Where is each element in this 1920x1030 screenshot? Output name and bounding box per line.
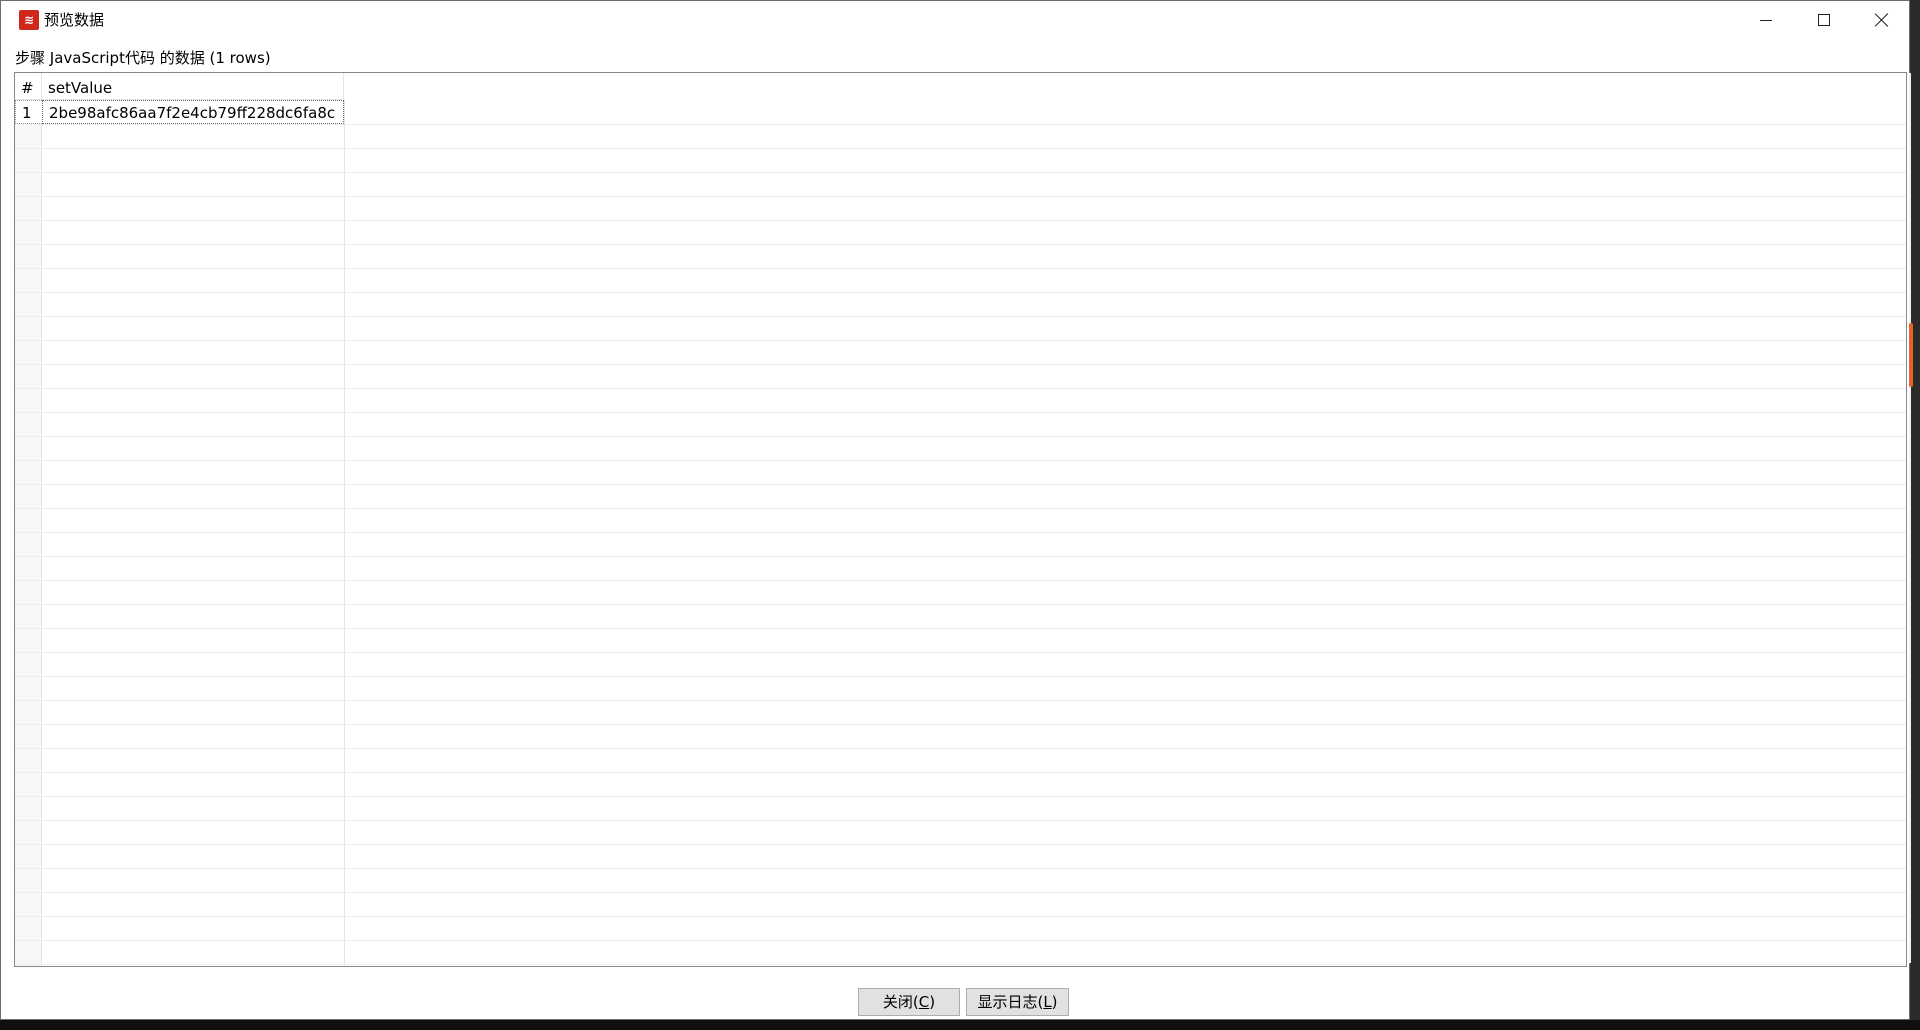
grid-row-separator: [15, 652, 1906, 653]
grid-row-separator: [15, 244, 1906, 245]
grid-row-separator: [15, 316, 1906, 317]
grid-row-separator: [15, 460, 1906, 461]
close-window-button[interactable]: [1853, 1, 1911, 39]
data-grid[interactable]: ^ # setValue 1 2be98afc86aa7f2e4cb79ff22…: [14, 72, 1907, 967]
grid-row-separator: [15, 556, 1906, 557]
title-bar[interactable]: ≋ 预览数据: [1, 1, 1909, 39]
close-icon: [1875, 13, 1889, 27]
grid-row-separator: [15, 364, 1906, 365]
grid-row-separator: [15, 268, 1906, 269]
app-logo-icon: ≋: [19, 10, 39, 30]
minimize-icon: [1760, 19, 1772, 21]
grid-row-separator: [15, 412, 1906, 413]
grid-row-separator: [15, 724, 1906, 725]
grid-row-separator: [15, 388, 1906, 389]
grid-row-separator: [15, 892, 1906, 893]
window-title: 预览数据: [44, 11, 105, 29]
grid-row-separator: [15, 964, 1906, 965]
grid-row-separator: [15, 844, 1906, 845]
vertical-scroll-track[interactable]: [1909, 73, 1911, 963]
grid-row-separator: [15, 940, 1906, 941]
close-button[interactable]: 关闭(C): [858, 988, 960, 1016]
sort-arrow-icon: ^: [23, 73, 31, 78]
grid-body[interactable]: 1 2be98afc86aa7f2e4cb79ff228dc6fa8c: [15, 100, 1906, 966]
setvalue-cell[interactable]: 2be98afc86aa7f2e4cb79ff228dc6fa8c: [42, 100, 344, 124]
grid-row-separator: [15, 196, 1906, 197]
grid-row-separator: [15, 772, 1906, 773]
grid-row-separator: [15, 172, 1906, 173]
row-number-cell[interactable]: 1: [15, 100, 42, 124]
desktop-background-bottom: [0, 1020, 1920, 1030]
grid-header: ^ # setValue: [15, 73, 1906, 100]
grid-row-separator: [15, 820, 1906, 821]
minimize-button[interactable]: [1737, 1, 1795, 39]
grid-row-separator: [15, 220, 1906, 221]
grid-row-separator: [15, 604, 1906, 605]
column-divider: [344, 100, 345, 966]
column-header-setvalue[interactable]: setValue: [42, 73, 344, 100]
maximize-button[interactable]: [1795, 1, 1853, 39]
grid-row-separator: [15, 796, 1906, 797]
grid-row-separator: [15, 700, 1906, 701]
grid-row-separator: [15, 628, 1906, 629]
show-log-button[interactable]: 显示日志(L): [966, 988, 1069, 1016]
step-data-caption: 步骤 JavaScript代码 的数据 (1 rows): [15, 49, 271, 67]
grid-row-separator: [15, 748, 1906, 749]
column-header-rownum[interactable]: ^ #: [15, 73, 42, 100]
row-number-column: [15, 100, 42, 966]
grid-row-separator: [15, 676, 1906, 677]
grid-row-separator: [15, 484, 1906, 485]
table-row[interactable]: 1 2be98afc86aa7f2e4cb79ff228dc6fa8c: [15, 100, 1906, 124]
grid-row-separator: [15, 916, 1906, 917]
desktop-background-right: [1910, 0, 1920, 1030]
grid-row-separator: [15, 532, 1906, 533]
vertical-scrollbar-thumb[interactable]: [1909, 323, 1913, 387]
grid-row-separator: [15, 508, 1906, 509]
preview-data-window: ≋ 预览数据 步骤 JavaScript代码 的数据 (1 rows) ^ # …: [0, 0, 1913, 1020]
maximize-icon: [1818, 14, 1830, 26]
grid-row-separator: [15, 340, 1906, 341]
grid-row-separator: [15, 124, 1906, 125]
grid-row-separator: [15, 436, 1906, 437]
grid-row-separator: [15, 580, 1906, 581]
grid-row-separator: [15, 868, 1906, 869]
grid-row-separator: [15, 148, 1906, 149]
grid-row-separator: [15, 292, 1906, 293]
